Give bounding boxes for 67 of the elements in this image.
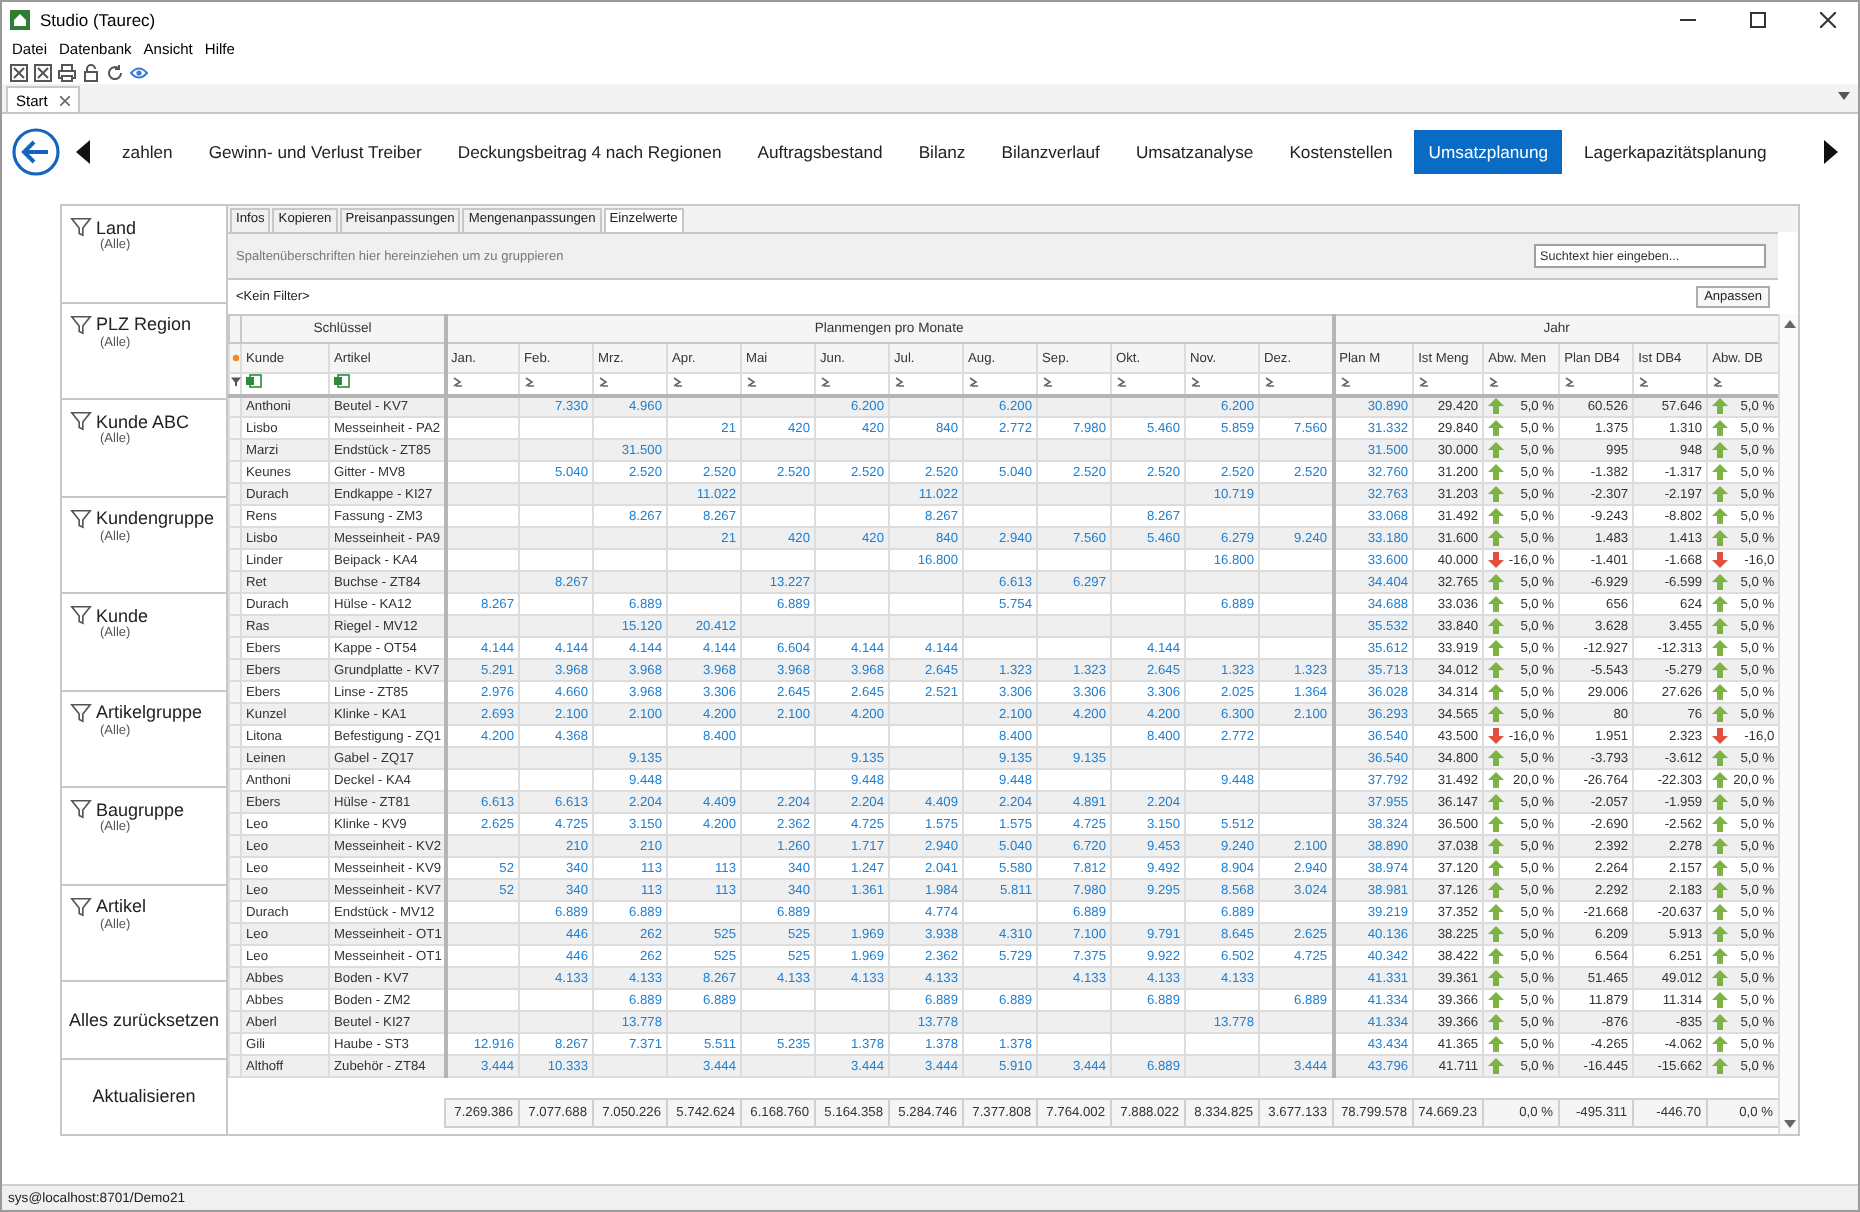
row-filter-icon[interactable]: [1042, 375, 1054, 388]
nav-tab[interactable]: Bilanzverlauf: [987, 130, 1114, 174]
app-icon: [10, 10, 30, 30]
row-filter-icon[interactable]: [672, 375, 684, 388]
close-icon[interactable]: [59, 95, 70, 105]
nav-tab[interactable]: Gewinn- und Verlust Treiber: [194, 130, 436, 174]
scroll-up-icon[interactable]: [1781, 316, 1797, 332]
right-arrow-icon[interactable]: [1820, 140, 1840, 164]
row-filter-icon[interactable]: [451, 375, 463, 388]
row-filter-icon[interactable]: [894, 375, 906, 388]
filter-icon: [70, 604, 92, 626]
left-arrow-icon[interactable]: [74, 140, 94, 164]
row-filter-icon[interactable]: [746, 375, 758, 388]
window-title: Studio (Taurec): [40, 10, 158, 30]
filter-label: Artikel: [96, 896, 147, 916]
nav-tab[interactable]: Umsatzanalyse: [1121, 130, 1268, 174]
spreadsheet-icon[interactable]: [246, 374, 262, 389]
back-button[interactable]: [12, 128, 60, 176]
eye-icon[interactable]: [130, 63, 148, 81]
nav-tab[interactable]: Deckungsbeitrag 4 nach Regionen: [443, 130, 736, 174]
row-filter-icon[interactable]: [1418, 375, 1431, 388]
nav-tab[interactable]: Auftragsbestand: [743, 130, 897, 174]
nav-tab[interactable]: Lagerkapazitätsplanung: [1570, 130, 1781, 174]
spreadsheet-icon[interactable]: [334, 374, 350, 389]
row-filter-icon[interactable]: [968, 375, 980, 388]
close-box-icon[interactable]: [10, 63, 28, 81]
nav-tab[interactable]: Bilanz: [904, 130, 980, 174]
row-filter-icon[interactable]: [1339, 375, 1352, 388]
filter-icon: [70, 701, 92, 723]
filter-label: Kunde ABC: [96, 411, 190, 431]
new-row-icon: [231, 353, 239, 361]
row-filter-icon[interactable]: [1116, 375, 1128, 388]
row-filter-icon[interactable]: [1264, 375, 1276, 388]
printer-icon[interactable]: [58, 63, 76, 81]
action-button[interactable]: Alles zurücksetzen: [62, 982, 226, 1059]
nav-tab[interactable]: zahlen: [108, 130, 187, 174]
row-filter-icon[interactable]: [524, 375, 536, 388]
filter-icon: [70, 507, 92, 529]
row-filter-icon[interactable]: [1638, 375, 1651, 388]
close-box-icon[interactable]: [34, 63, 52, 81]
nav-tab[interactable]: Umsatzplanung: [1414, 130, 1563, 174]
row-filter-icon[interactable]: [1564, 375, 1577, 388]
filter-label: Kundengruppe: [96, 508, 215, 528]
lock-icon[interactable]: [82, 63, 100, 81]
refresh-icon[interactable]: [106, 63, 124, 81]
filter-label: PLZ Region: [96, 314, 192, 334]
filter-icon[interactable]: [230, 375, 242, 388]
maximize-icon[interactable]: [1750, 12, 1766, 28]
filter-icon: [70, 216, 92, 238]
row-filter-icon[interactable]: [1488, 375, 1501, 388]
filter-label: Kunde: [96, 605, 149, 625]
action-button[interactable]: Aktualisieren: [62, 1059, 226, 1134]
filter-icon: [70, 895, 92, 917]
row-filter-icon[interactable]: [598, 375, 610, 388]
close-icon[interactable]: [1820, 12, 1836, 28]
filter-label: Baugruppe: [96, 799, 185, 819]
scroll-down-icon[interactable]: [1781, 1116, 1797, 1132]
row-filter-icon[interactable]: [1712, 375, 1725, 388]
filter-label: Artikelgruppe: [96, 702, 203, 722]
filter-icon: [70, 313, 92, 335]
nav-tab[interactable]: Kostenstellen: [1275, 130, 1407, 174]
row-filter-icon[interactable]: [820, 375, 832, 388]
filter-icon: [70, 410, 92, 432]
caret-icon[interactable]: [1838, 92, 1850, 100]
row-filter-icon[interactable]: [1190, 375, 1202, 388]
filter-icon: [70, 798, 92, 820]
filter-label: Land: [96, 217, 137, 237]
